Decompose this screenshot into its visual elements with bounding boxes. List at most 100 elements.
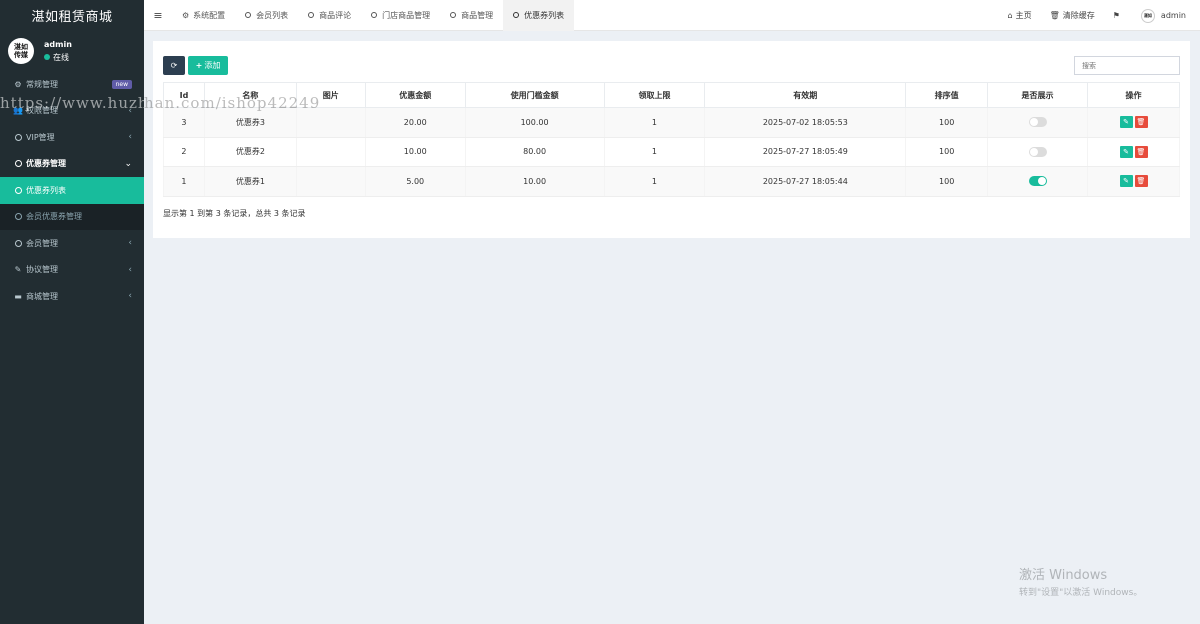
- circle-icon: [371, 12, 378, 18]
- menu-toggle-icon[interactable]: ≡: [144, 9, 172, 22]
- coupon-table: Id 名称 图片 优惠金额 使用门槛金额 领取上限 有效期 排序值 是否展示 操…: [163, 82, 1180, 197]
- cell-actions: ✎ 🗑: [1087, 136, 1180, 167]
- sidebar-item-member-coupon[interactable]: 会员优惠券管理: [0, 203, 144, 230]
- tab-system-config[interactable]: ⚙ 系统配置: [172, 0, 235, 31]
- sidebar-item-mall[interactable]: ▬ 商城管理 ‹: [0, 283, 144, 310]
- cell-id: 2: [163, 136, 205, 167]
- tab-products[interactable]: 商品管理: [440, 0, 503, 31]
- cell-limit: 1: [603, 136, 706, 167]
- trash-icon: 🗑: [1049, 11, 1060, 20]
- cell-actions: ✎ 🗑: [1087, 107, 1180, 138]
- user-name: admin: [44, 39, 72, 49]
- user-avatar-icon: 湛如: [1140, 8, 1155, 23]
- column-header[interactable]: Id: [163, 82, 205, 108]
- sidebar-item-label: 商城管理: [26, 291, 58, 301]
- sidebar-item-coupon[interactable]: 优惠券管理 ⌄: [0, 151, 144, 178]
- sidebar-item-member[interactable]: 会员管理 ‹: [0, 230, 144, 257]
- pagination-summary: 显示第 1 到第 3 条记录，总共 3 条记录: [163, 209, 306, 218]
- home-icon: ⌂: [1007, 11, 1013, 20]
- bed-icon: ▬: [14, 291, 22, 301]
- app-title[interactable]: 湛如租赁商城: [0, 0, 144, 31]
- column-header[interactable]: 图片: [295, 82, 366, 108]
- column-header[interactable]: 领取上限: [603, 82, 706, 108]
- column-header[interactable]: 操作: [1087, 82, 1180, 108]
- show-toggle[interactable]: [1028, 176, 1047, 187]
- content-panel: ⟳ + 添加 Id 名称 图片 优惠金额 使用门槛金额 领取上限 有效期 排序值…: [153, 41, 1190, 238]
- sidebar-item-label: 常规管理: [26, 79, 58, 89]
- edit-button[interactable]: ✎: [1119, 145, 1133, 158]
- chevron-left-icon: ‹: [128, 132, 132, 143]
- home-label: 主页: [1015, 11, 1032, 20]
- gear-icon: ⚙: [182, 10, 190, 20]
- search-input[interactable]: [1074, 56, 1180, 75]
- tab-coupon-list[interactable]: 优惠券列表: [503, 0, 575, 31]
- table-header-row: Id 名称 图片 优惠金额 使用门槛金额 领取上限 有效期 排序值 是否展示 操…: [163, 82, 1180, 108]
- table-row[interactable]: 3 优惠券3 20.00 100.00 1 2025-07-02 18:05:5…: [163, 107, 1180, 138]
- show-toggle[interactable]: [1028, 117, 1047, 128]
- online-dot-icon: [44, 54, 50, 60]
- column-header[interactable]: 使用门槛金额: [464, 82, 605, 108]
- circle-icon: [13, 239, 23, 247]
- tab-member-list[interactable]: 会员列表: [235, 0, 298, 31]
- edit-button[interactable]: ✎: [1119, 116, 1133, 129]
- top-right-menu: ⌂ 主页 🗑 清除缓存 ⚑ 湛如 admin: [999, 0, 1200, 31]
- cell-threshold: 100.00: [464, 107, 605, 138]
- delete-button[interactable]: 🗑: [1134, 145, 1148, 158]
- cell-image: [295, 107, 366, 138]
- table-row[interactable]: 1 优惠券1 5.00 10.00 1 2025-07-27 18:05:44 …: [163, 166, 1180, 197]
- refresh-button[interactable]: ⟳: [163, 56, 185, 75]
- show-toggle[interactable]: [1028, 146, 1047, 157]
- column-header[interactable]: 名称: [203, 82, 297, 108]
- cell-image: [295, 166, 366, 197]
- activation-title: 激活 Windows: [1019, 568, 1108, 583]
- cell-expire: 2025-07-02 18:05:53: [704, 107, 907, 138]
- sidebar-item-coupon-list[interactable]: 优惠券列表: [0, 177, 144, 204]
- sidebar-item-vip[interactable]: VIP管理 ‹: [0, 124, 144, 151]
- tab-product-comments[interactable]: 商品评论: [298, 0, 361, 31]
- edit-button[interactable]: ✎: [1119, 175, 1133, 188]
- circle-icon: [13, 186, 23, 194]
- sidebar-item-agreement[interactable]: ✎ 协议管理 ‹: [0, 257, 144, 284]
- user-status: 在线: [44, 52, 72, 63]
- column-header[interactable]: 有效期: [704, 82, 907, 108]
- language-button[interactable]: ⚑: [1104, 11, 1132, 20]
- circle-icon: [13, 213, 23, 221]
- delete-button[interactable]: 🗑: [1134, 116, 1148, 129]
- circle-icon: [450, 12, 457, 18]
- home-link[interactable]: ⌂ 主页: [999, 10, 1041, 21]
- column-header[interactable]: 优惠金额: [364, 82, 466, 108]
- cell-limit: 1: [603, 166, 706, 197]
- tab-store-products[interactable]: 门店商品管理: [361, 0, 440, 31]
- pencil-icon: ✎: [1123, 118, 1129, 127]
- cell-amount: 5.00: [364, 166, 466, 197]
- windows-activation-notice: 激活 Windows 转到"设置"以激活 Windows。: [1019, 564, 1142, 598]
- delete-button[interactable]: 🗑: [1134, 175, 1148, 188]
- pencil-icon: ✎: [1123, 147, 1129, 156]
- cell-id: 3: [163, 107, 205, 138]
- user-menu[interactable]: 湛如 admin: [1132, 8, 1200, 23]
- cell-name: 优惠券3: [203, 107, 297, 138]
- sidebar-item-label: 权限管理: [26, 106, 58, 116]
- sidebar-item-general[interactable]: ⚙ 常规管理 new: [0, 71, 144, 98]
- cell-threshold: 80.00: [464, 136, 605, 167]
- cell-limit: 1: [603, 107, 706, 138]
- column-header[interactable]: 排序值: [905, 82, 989, 108]
- cell-sort: 100: [905, 136, 989, 167]
- circle-icon: [13, 133, 23, 141]
- chevron-left-icon: ‹: [128, 291, 132, 302]
- table-row[interactable]: 2 优惠券2 10.00 80.00 1 2025-07-27 18:05:49…: [163, 136, 1180, 167]
- table-toolbar: ⟳ + 添加: [163, 56, 228, 75]
- cell-show: [987, 107, 1088, 138]
- add-button[interactable]: + 添加: [188, 56, 228, 75]
- trash-icon: 🗑: [1136, 118, 1146, 127]
- column-header[interactable]: 是否展示: [987, 82, 1088, 108]
- cell-name: 优惠券1: [203, 166, 297, 197]
- avatar: 湛如 传媒: [8, 38, 34, 64]
- cell-id: 1: [163, 166, 205, 197]
- sidebar-item-label: 会员优惠券管理: [26, 212, 82, 222]
- clear-cache-button[interactable]: 🗑 清除缓存: [1041, 10, 1104, 21]
- plus-icon: +: [195, 61, 203, 70]
- circle-icon: [13, 160, 23, 168]
- group-icon: 👥: [13, 106, 23, 116]
- sidebar-item-permission[interactable]: 👥 权限管理 ‹: [0, 98, 144, 125]
